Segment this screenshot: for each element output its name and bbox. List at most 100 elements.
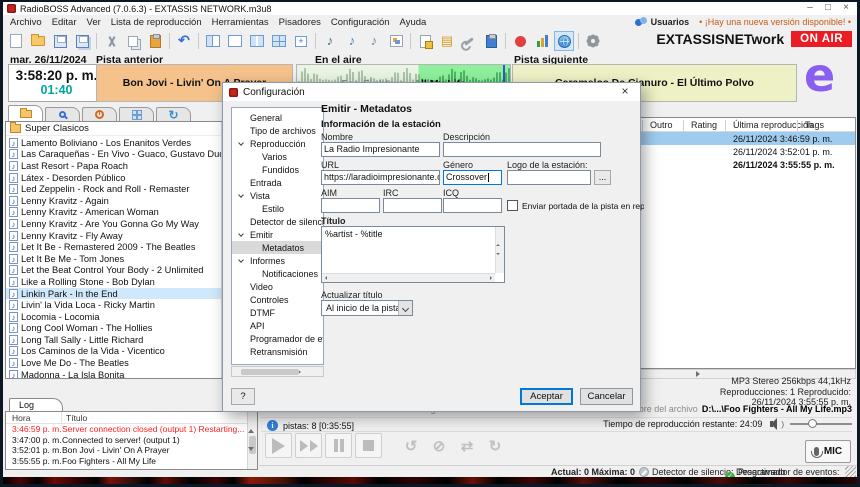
settings-tree-item[interactable]: DTMF — [232, 306, 323, 319]
cancel-button[interactable]: Cancelar — [580, 388, 633, 405]
menu-item[interactable]: Ayuda — [395, 17, 432, 28]
resize-grip[interactable] — [845, 466, 856, 477]
users-button[interactable]: Usuarios — [635, 17, 690, 27]
open-playlist-button[interactable] — [28, 31, 48, 51]
view-add-button[interactable] — [291, 31, 311, 51]
settings-tree-item[interactable]: Informes — [232, 254, 323, 267]
volume-slider[interactable] — [790, 419, 852, 429]
tab-folders[interactable] — [8, 105, 43, 121]
next-button[interactable] — [295, 433, 322, 458]
list-item[interactable]: Livin' la Vida Loca - Ricky Martin — [6, 299, 221, 311]
settings-tree-item[interactable]: Video — [232, 280, 323, 293]
column-header[interactable]: Outro — [650, 120, 673, 130]
settings-tree-item[interactable]: Emitir — [232, 228, 323, 241]
settings-tree-item[interactable]: Detector de silencio — [232, 215, 323, 228]
notes-button[interactable] — [481, 31, 501, 51]
log-col-title[interactable]: Título — [62, 413, 87, 423]
settings-tree-item[interactable]: Fundidos — [232, 163, 323, 176]
settings-tree-item[interactable]: Controles — [232, 293, 323, 306]
tab-sync[interactable] — [156, 107, 191, 121]
column-header[interactable]: Tags — [805, 120, 824, 130]
export-image-button[interactable] — [386, 31, 406, 51]
library-folder[interactable]: Super Clasicos — [6, 122, 232, 136]
tab-pads[interactable] — [119, 107, 154, 121]
record-button[interactable] — [510, 31, 530, 51]
paste-button[interactable] — [145, 31, 165, 51]
loop-button[interactable] — [483, 434, 507, 458]
settings-tree-item[interactable]: API — [232, 319, 323, 332]
title-format-textarea[interactable]: %artist - %title — [321, 226, 505, 283]
stop-button[interactable] — [355, 433, 382, 458]
settings-tree-item[interactable]: Retransmisión — [232, 345, 323, 358]
view-grid-button[interactable] — [269, 31, 289, 51]
list-item[interactable]: Led Zeppelin - Rock and Roll - Remaster — [6, 183, 221, 195]
column-header[interactable]: Rating — [691, 120, 717, 130]
menu-item[interactable]: Editar — [47, 17, 82, 28]
list-item[interactable]: Let the Beat Control Your Body - 2 Unlim… — [6, 265, 221, 277]
name-input[interactable]: La Radio Impresionante — [321, 142, 440, 157]
list-item[interactable]: Las Caraqueñas - En Vivo - Guaco, Gustav… — [6, 149, 221, 161]
aim-input[interactable] — [321, 198, 380, 213]
list-item[interactable]: Locomia - Locomia — [6, 311, 221, 323]
menu-item[interactable]: Lista de reproducción — [106, 17, 207, 28]
tab-history[interactable] — [82, 107, 117, 121]
description-input[interactable] — [443, 142, 601, 157]
cut-button[interactable] — [101, 31, 121, 51]
shuffle-button[interactable] — [455, 434, 479, 458]
tab-log[interactable]: Log — [9, 398, 63, 411]
speaker-icon[interactable] — [770, 421, 773, 427]
settings-tree-item[interactable]: Reproducción — [232, 137, 323, 150]
close-button[interactable]: × — [837, 2, 855, 15]
settings-tree-item[interactable]: Metadatos — [232, 241, 323, 254]
list-item[interactable]: Long Tall Sally - Little Richard — [6, 334, 221, 346]
menu-item[interactable]: Herramientas — [207, 17, 274, 28]
save-button[interactable] — [50, 31, 70, 51]
textarea-hscrollbar[interactable] — [322, 273, 495, 282]
add-track-button[interactable] — [320, 31, 340, 51]
undo-button[interactable] — [174, 31, 194, 51]
settings-tree-item[interactable]: Programador de evento — [232, 332, 323, 345]
settings-tree-item[interactable]: Entrada — [232, 176, 323, 189]
repeat-button[interactable] — [399, 434, 423, 458]
list-item[interactable]: Let It Be Me - Tom Jones — [6, 253, 221, 265]
list-item[interactable]: Let It Be - Remastered 2009 - The Beatle… — [6, 241, 221, 253]
tree-hscrollbar[interactable] — [231, 366, 324, 377]
list-item[interactable]: Lenny Kravitz - Again — [6, 195, 221, 207]
slider-thumb[interactable] — [808, 419, 817, 428]
list-item[interactable]: Látex - Desorden Público — [6, 172, 221, 184]
list-item[interactable]: Los Caminos de la Vida - Vicentico — [6, 346, 221, 358]
accept-button[interactable]: Aceptar — [520, 388, 573, 405]
list-item[interactable]: Lamento Boliviano - Los Enanitos Verdes — [6, 137, 221, 149]
copy-button[interactable] — [123, 31, 143, 51]
view-columns-button[interactable] — [247, 31, 267, 51]
send-cover-checkbox[interactable] — [507, 200, 518, 211]
settings-tree-item[interactable]: General — [232, 111, 323, 124]
no-advance-button[interactable] — [427, 434, 451, 458]
list-item[interactable]: Lenny Kravitz - American Woman — [6, 207, 221, 219]
help-button[interactable]: ? — [231, 388, 255, 405]
menu-item[interactable]: Ver — [82, 17, 106, 28]
settings-tree-item[interactable]: Estilo — [232, 202, 323, 215]
column-header[interactable]: Última reproducción — [733, 120, 813, 130]
settings-tree-item[interactable]: Notificaciones — [232, 267, 323, 280]
list-item[interactable]: Love Me Do - The Beatles — [6, 357, 221, 369]
url-input[interactable]: https://laradioimpresionante.com/ — [321, 170, 440, 185]
levels-button[interactable] — [532, 31, 552, 51]
view-split-button[interactable] — [203, 31, 223, 51]
textarea-vscrollbar[interactable] — [495, 227, 504, 273]
dialog-close-button[interactable]: × — [610, 83, 640, 101]
insert-track-button[interactable] — [342, 31, 362, 51]
scrollbar-thumb[interactable] — [241, 369, 299, 375]
broadcast-button[interactable] — [554, 31, 574, 51]
list-item[interactable]: Lenny Kravitz - Are You Gonna Go My Way — [6, 218, 221, 230]
settings-button[interactable] — [583, 31, 603, 51]
new-playlist-button[interactable] — [6, 31, 26, 51]
view-single-button[interactable] — [225, 31, 245, 51]
genre-input[interactable]: Crossover — [443, 170, 502, 185]
maximize-button[interactable]: □ — [819, 2, 837, 15]
settings-tree-item[interactable]: Vista — [232, 189, 323, 202]
pause-button[interactable] — [325, 433, 352, 458]
list-item[interactable]: Linkin Park - In the End — [6, 288, 221, 300]
list-item[interactable]: Like a Rolling Stone - Bob Dylan — [6, 276, 221, 288]
save-as-button[interactable] — [72, 31, 92, 51]
